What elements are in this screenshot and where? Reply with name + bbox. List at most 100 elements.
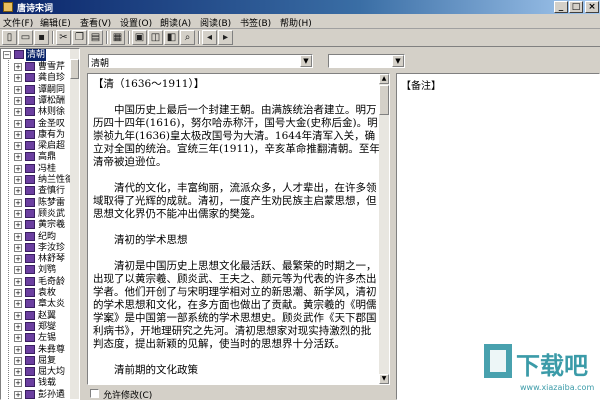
expand-icon[interactable]: + <box>14 63 22 71</box>
tree-item[interactable]: + 梁启超 <box>1 140 79 152</box>
expand-icon[interactable]: + <box>14 311 22 320</box>
expand-icon[interactable]: + <box>14 209 22 218</box>
menu-bookmark[interactable]: 书签(B) <box>240 16 271 29</box>
tree-item[interactable]: + 冯桂 <box>1 163 79 175</box>
next-page-icon[interactable]: ◧ <box>164 30 179 45</box>
dynasty-select[interactable]: 清朝 ▼ <box>88 54 313 69</box>
expand-icon[interactable]: + <box>14 322 22 331</box>
expand-icon[interactable]: + <box>14 119 22 128</box>
expand-icon[interactable]: + <box>14 232 22 241</box>
expand-icon[interactable]: + <box>14 130 22 139</box>
expand-icon[interactable]: + <box>14 74 22 83</box>
expand-icon[interactable]: + <box>14 356 22 365</box>
tree-item[interactable]: + 曹雪芹 <box>1 61 79 73</box>
tree-item[interactable]: + 龚自珍 <box>1 72 79 84</box>
menu-edit[interactable]: 编辑(E) <box>40 16 71 29</box>
chevron-down-icon[interactable]: ▼ <box>392 55 404 67</box>
tree-item[interactable]: + 谭嗣同 <box>1 84 79 96</box>
tree-item[interactable]: + 纳兰性德 <box>1 174 79 186</box>
expand-icon[interactable]: + <box>14 390 22 399</box>
tree-item[interactable]: + 章太炎 <box>1 298 79 310</box>
expand-icon[interactable]: + <box>14 334 22 343</box>
expand-icon[interactable]: + <box>14 345 22 354</box>
arrow-left-icon[interactable]: ◂ <box>202 30 217 45</box>
expand-icon[interactable]: + <box>14 176 22 184</box>
expand-icon[interactable]: + <box>14 300 22 309</box>
menu-view[interactable]: 查看(V) <box>80 16 111 29</box>
scroll-thumb[interactable] <box>379 85 389 115</box>
tree-item[interactable]: + 毛奇龄 <box>1 276 79 288</box>
tree-item[interactable]: + 赵翼 <box>1 310 79 322</box>
author-select[interactable]: ▼ <box>328 54 405 68</box>
tree-root[interactable]: − 清朝 <box>1 49 79 61</box>
expand-icon[interactable]: + <box>14 243 22 252</box>
scroll-up-icon[interactable]: ▲ <box>379 74 389 84</box>
expand-icon[interactable]: + <box>14 108 22 117</box>
menu-read-aloud[interactable]: 朗读(A) <box>160 16 191 29</box>
expand-icon[interactable]: + <box>14 277 22 286</box>
menu-file[interactable]: 文件(F) <box>3 16 33 29</box>
arrow-right-icon[interactable]: ▸ <box>218 30 233 45</box>
minimize-button[interactable]: _ <box>554 1 568 13</box>
cut-icon[interactable]: ✂ <box>56 30 71 45</box>
tree-item[interactable]: + 黄宗羲 <box>1 219 79 231</box>
book-icon[interactable]: ▦ <box>110 30 125 45</box>
copy-icon[interactable]: ❐ <box>72 30 87 45</box>
expand-icon[interactable]: + <box>14 379 22 388</box>
expand-icon[interactable]: + <box>14 85 22 94</box>
tree-item[interactable]: + 刘鹗 <box>1 264 79 276</box>
splitter[interactable] <box>80 48 84 400</box>
tree-item[interactable]: + 纪昀 <box>1 231 79 243</box>
close-button[interactable]: × <box>585 1 599 13</box>
tree-item[interactable]: + 李汝珍 <box>1 242 79 254</box>
expand-icon[interactable]: + <box>14 368 22 377</box>
tree-item[interactable]: + 高鼎 <box>1 151 79 163</box>
tree-item[interactable]: + 康有为 <box>1 129 79 141</box>
author-tree[interactable]: − 清朝 + 曹雪芹 + 龚自珍 + 谭嗣同 + 谭松酬 + 林则徐 + 金圣叹 + 康有为 + 梁启超 + 高鼎… <box>0 48 80 400</box>
expand-icon[interactable]: + <box>14 221 22 230</box>
scroll-thumb[interactable] <box>70 59 79 79</box>
prev-page-icon[interactable]: ◫ <box>148 30 163 45</box>
find-icon[interactable]: ⌕ <box>180 30 195 45</box>
tree-item[interactable]: + 金圣叹 <box>1 118 79 130</box>
pages-icon[interactable]: ▣ <box>132 30 147 45</box>
maximize-button[interactable]: □ <box>569 1 583 13</box>
menu-reading[interactable]: 阅读(B) <box>200 16 231 29</box>
tree-item[interactable]: + 林舒琴 <box>1 253 79 265</box>
tree-item[interactable]: + 左锡 <box>1 332 79 344</box>
menu-help[interactable]: 帮助(H) <box>280 16 312 29</box>
tree-item[interactable]: + 谭松酬 <box>1 95 79 107</box>
expand-icon[interactable]: + <box>14 255 22 264</box>
tree-item[interactable]: + 屈复 <box>1 355 79 367</box>
text-panel[interactable]: 【清（1636～1911）】 中国历史上最后一个封建王朝。由满族统治者建立。明万… <box>87 73 390 385</box>
expand-icon[interactable]: + <box>14 153 22 162</box>
open-icon[interactable]: ▭ <box>18 30 33 45</box>
tree-item[interactable]: + 屈大均 <box>1 366 79 378</box>
tree-item[interactable]: + 朱彝尊 <box>1 344 79 356</box>
menu-settings[interactable]: 设置(O) <box>120 16 152 29</box>
expand-icon[interactable]: + <box>14 266 22 275</box>
scroll-down-icon[interactable]: ▼ <box>379 374 389 384</box>
tree-item[interactable]: + 顾炎武 <box>1 208 79 220</box>
collapse-icon[interactable]: − <box>3 51 11 59</box>
expand-icon[interactable]: + <box>14 96 22 105</box>
tree-scrollbar[interactable] <box>70 49 79 399</box>
new-file-icon[interactable]: ▯ <box>2 30 17 45</box>
tree-item[interactable]: + 郑燮 <box>1 321 79 333</box>
expand-icon[interactable]: + <box>14 198 22 207</box>
expand-icon[interactable]: + <box>14 289 22 297</box>
tree-item[interactable]: + 查慎行 <box>1 185 79 197</box>
paste-icon[interactable]: ▤ <box>88 30 103 45</box>
expand-icon[interactable]: + <box>14 142 22 151</box>
save-icon[interactable]: ▪ <box>34 30 49 45</box>
text-scrollbar[interactable]: ▲ ▼ <box>379 74 389 384</box>
chevron-down-icon[interactable]: ▼ <box>300 55 312 67</box>
tree-item[interactable]: + 彭孙遹 <box>1 389 79 399</box>
tree-item[interactable]: + 林则徐 <box>1 106 79 118</box>
tree-item[interactable]: + 袁枚 <box>1 287 79 299</box>
tree-item[interactable]: + 钱载 <box>1 377 79 389</box>
expand-icon[interactable]: + <box>14 164 22 173</box>
allow-edit-checkbox[interactable] <box>90 389 99 398</box>
expand-icon[interactable]: + <box>14 187 22 196</box>
tree-item[interactable]: + 陈梦雷 <box>1 197 79 209</box>
